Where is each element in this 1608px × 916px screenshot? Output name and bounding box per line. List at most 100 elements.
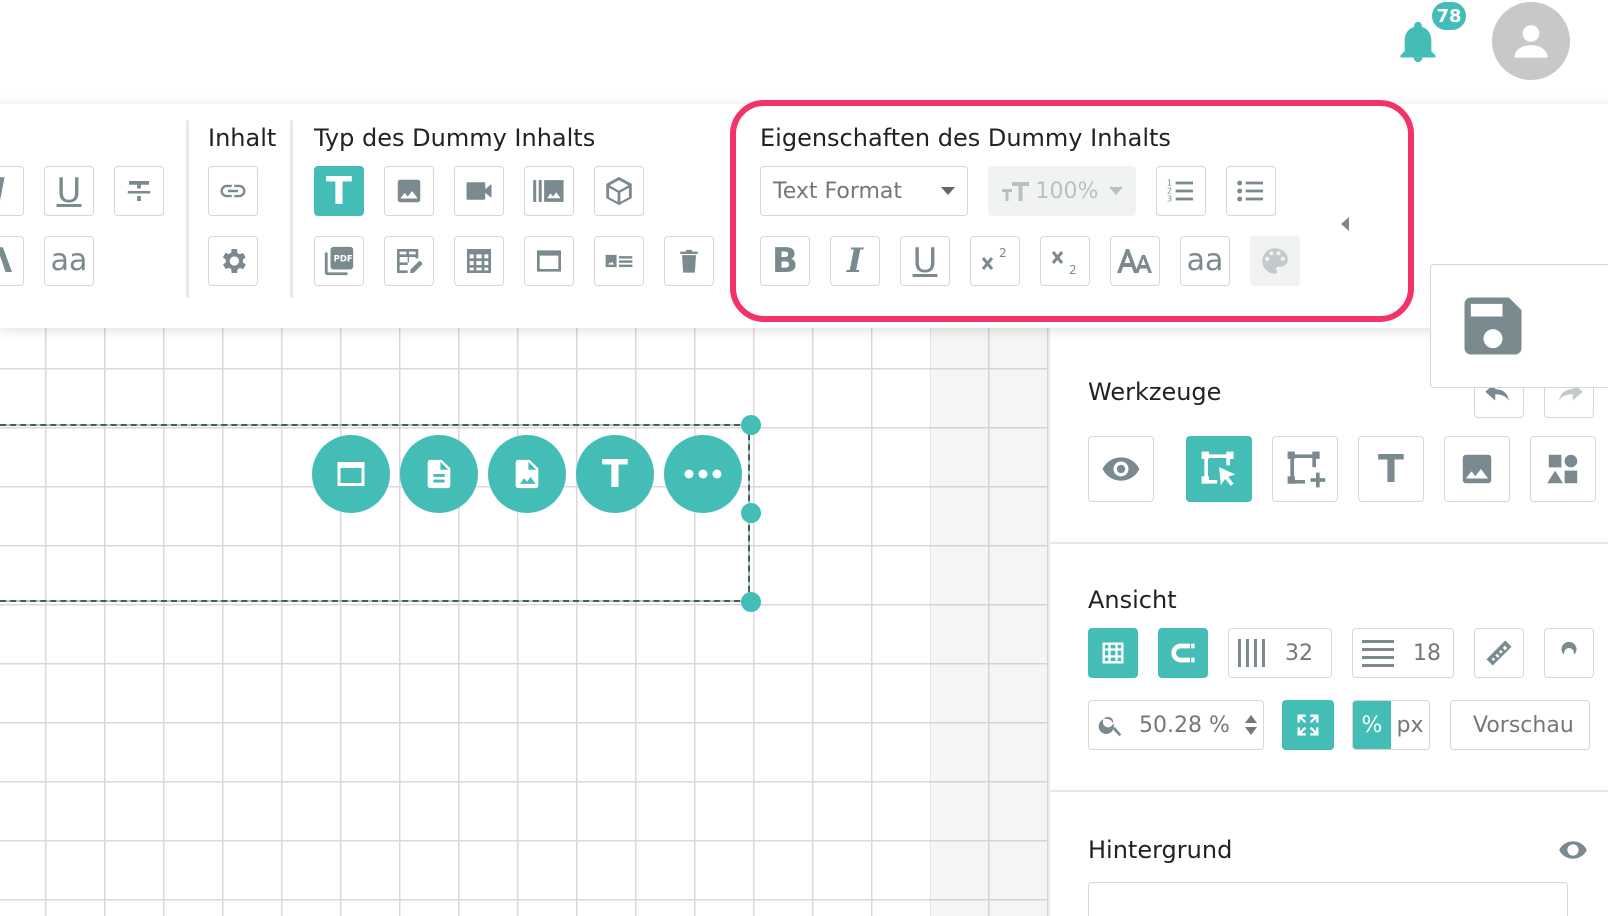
columns-input[interactable]: 32 [1228,628,1332,678]
preview-eye-button[interactable] [1088,436,1154,502]
italic-partial-button[interactable]: I [0,166,24,216]
text-tool-button[interactable]: T [1358,436,1424,502]
preview-button[interactable]: Vorschau [1450,700,1590,750]
shapes-tool-button[interactable] [1530,436,1596,502]
link-button[interactable] [208,166,258,216]
eye-icon [1102,457,1140,481]
type-text-button[interactable]: T [314,166,364,216]
trash-icon [680,249,698,273]
ordered-list-button[interactable]: 123 [1156,166,1206,216]
bell-icon[interactable] [1398,20,1438,64]
ribbon-toolbar: I U Λ aa Inhalt Typ des Dummy Inhalts T … [0,104,1608,388]
snap-toggle-button[interactable] [1158,628,1208,678]
touch-icon [1561,641,1577,655]
svg-text:2: 2 [1069,263,1077,277]
bullet-list-icon [1237,180,1263,202]
user-icon [1514,25,1548,58]
italic-button[interactable]: I [830,236,880,286]
resize-handle-right[interactable] [741,503,761,523]
type-form-edit-button[interactable] [384,236,434,286]
collapse-caret-icon[interactable] [1340,216,1350,232]
font-size-select[interactable]: 100% [988,166,1136,216]
color-palette-button[interactable] [1250,236,1300,286]
video-icon [466,182,492,200]
type-image-button[interactable] [384,166,434,216]
unit-px-option[interactable]: px [1391,701,1429,749]
type-frame-button[interactable] [524,236,574,286]
group-title-content: Inhalt [208,124,277,152]
text-format-select[interactable]: Text Format [760,166,968,216]
ruler-toggle-button[interactable] [1474,628,1524,678]
image-tool-button[interactable] [1444,436,1510,502]
type-table-button[interactable] [454,236,504,286]
background-select[interactable] [1088,882,1568,916]
palette-icon [1262,248,1288,274]
gallery-icon [533,180,564,202]
fit-to-screen-button[interactable] [1282,700,1334,750]
settings-button[interactable] [208,236,258,286]
panel-divider [1050,542,1608,544]
bold-button[interactable]: B [760,236,810,286]
font-case-partial-button[interactable]: Λ [0,236,24,286]
type-card-button[interactable] [594,236,644,286]
font-size-value: 100% [1035,178,1099,204]
background-title: Hintergrund [1088,836,1233,864]
window-icon [537,250,561,272]
columns-icon [1238,639,1265,667]
quick-document-button[interactable] [400,435,478,513]
resize-handle-bottom-right[interactable] [741,592,761,612]
canvas-page[interactable] [0,328,930,916]
strikethrough-button[interactable] [114,166,164,216]
table-edit-icon [397,249,423,273]
pdf-icon: PDF [324,246,354,276]
quick-frame-button[interactable] [312,435,390,513]
quick-text-button[interactable]: T [576,435,654,513]
image-file-icon [515,459,539,489]
zoom-input[interactable]: 50.28 % [1088,700,1264,750]
shapes-icon [1547,454,1578,484]
grid-icon [1102,642,1124,664]
quick-more-button[interactable] [664,435,742,513]
select-tool-button[interactable] [1186,436,1252,502]
bold-icon: B [772,241,798,281]
type-gallery-button[interactable] [524,166,574,216]
caret-down-icon [941,187,955,195]
canvas-margin [930,328,1048,916]
expand-icon [1297,714,1319,736]
delete-button[interactable] [664,236,714,286]
underline-button[interactable]: U [900,236,950,286]
caret-down-icon [1109,187,1123,195]
save-button[interactable] [1430,264,1608,388]
grid-table-icon [467,249,491,273]
type-video-button[interactable] [454,166,504,216]
ruler-icon [1486,640,1512,666]
editor-canvas[interactable]: T [0,328,1048,916]
user-avatar[interactable] [1492,2,1570,80]
touch-toggle-button[interactable] [1544,628,1594,678]
type-3d-button[interactable] [594,166,644,216]
lowercase-button[interactable]: aa [44,236,94,286]
lowercase-button[interactable]: aa [1180,236,1230,286]
underline-button[interactable]: U [44,166,94,216]
font-case-button[interactable] [1110,236,1160,286]
add-area-tool-button[interactable] [1272,436,1338,502]
preview-label: Vorschau [1473,712,1574,738]
lowercase-icon: aa [50,243,88,278]
right-panel: Werkzeuge T Ansicht 32 18 50.28 % % px V… [1048,328,1608,916]
superscript-button[interactable]: 2 [970,236,1020,286]
grid-toggle-button[interactable] [1088,628,1138,678]
unit-percent-option[interactable]: % [1353,701,1391,749]
type-pdf-button[interactable]: PDF [314,236,364,286]
rows-input[interactable]: 18 [1352,628,1454,678]
bullet-list-button[interactable] [1226,166,1276,216]
subscript-button[interactable]: 2 [1040,236,1090,286]
rows-icon [1362,640,1394,667]
background-visibility-icon[interactable] [1558,838,1588,862]
window-icon [337,462,365,486]
resize-handle-top-right[interactable] [741,415,761,435]
superscript-icon: 2 [981,246,1007,270]
unit-toggle[interactable]: % px [1352,700,1430,750]
gear-icon [222,249,246,273]
quick-image-file-button[interactable] [488,435,566,513]
italic-icon: I [847,241,863,281]
